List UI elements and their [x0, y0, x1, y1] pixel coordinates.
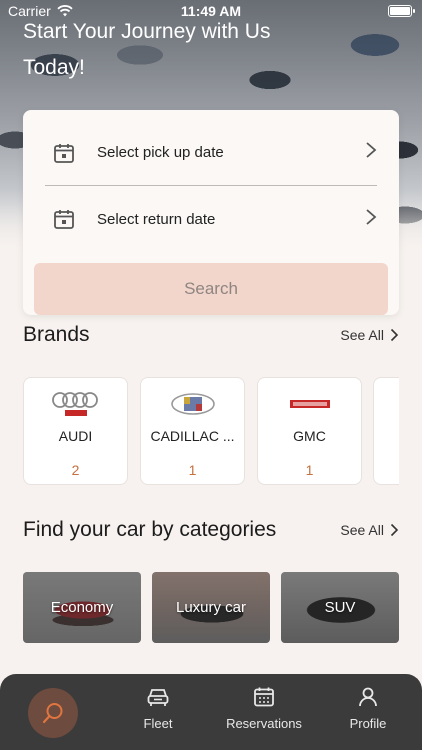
see-all-label: See All [340, 522, 384, 538]
tab-label: Reservations [226, 716, 302, 731]
category-card-economy[interactable]: Economy [23, 572, 141, 643]
chevron-right-icon [390, 328, 399, 342]
return-date-selector[interactable]: Select return date [45, 186, 377, 252]
brand-card-gmc[interactable]: GMC 1 [257, 377, 362, 485]
category-label: Luxury car [175, 599, 247, 616]
tab-search[interactable] [28, 688, 78, 738]
brand-card-audi[interactable]: AUDI 2 [23, 377, 128, 485]
chevron-right-icon [347, 141, 377, 164]
category-card-luxury[interactable]: Luxury car [152, 572, 270, 643]
brand-card-cadillac[interactable]: CADILLAC ... 1 [140, 377, 245, 485]
brand-name: GMC [293, 428, 326, 444]
tab-profile[interactable]: Profile [336, 674, 400, 750]
calendar-icon [45, 208, 87, 230]
brand-count: 1 [188, 462, 197, 478]
calendar-icon [254, 687, 274, 707]
search-icon [42, 703, 63, 724]
brands-title: Brands [23, 323, 90, 346]
category-label: Economy [50, 599, 114, 616]
tab-fleet[interactable]: Fleet [118, 674, 198, 750]
chevron-right-icon [390, 523, 399, 537]
tab-reservations[interactable]: Reservations [214, 674, 314, 750]
categories-list: Economy Luxury car SUV [23, 572, 399, 644]
brand-name: CADILLAC ... [150, 428, 235, 444]
user-icon [359, 687, 377, 707]
tab-label: Fleet [143, 716, 173, 731]
audi-logo [51, 384, 101, 424]
pickup-date-label: Select pick up date [97, 144, 224, 161]
gmc-logo [289, 384, 331, 424]
calendar-icon [45, 142, 87, 164]
categories-see-all-link[interactable]: See All [340, 522, 399, 538]
category-label: SUV [324, 599, 356, 616]
return-date-label: Select return date [97, 210, 216, 228]
brands-header: Brands See All [23, 320, 399, 350]
brand-count: 1 [305, 462, 314, 478]
brand-count: 2 [71, 462, 80, 478]
booking-card: Select pick up date Select return date S… [23, 110, 399, 315]
hero-title: Start Your Journey with Us Today! [23, 20, 271, 79]
brands-list: AUDI 2 CADILLAC ... 1 GMC 1 [23, 377, 399, 487]
categories-header: Find your car by categories See All [23, 515, 399, 545]
brand-name: AUDI [58, 428, 93, 444]
pickup-date-selector[interactable]: Select pick up date [45, 120, 377, 186]
see-all-label: See All [340, 327, 384, 343]
brands-see-all-link[interactable]: See All [340, 327, 399, 343]
car-icon [147, 689, 169, 706]
battery-icon [388, 5, 415, 17]
cadillac-logo [170, 384, 216, 424]
brand-card-partial[interactable] [373, 377, 399, 485]
chevron-right-icon [347, 208, 377, 231]
categories-title: Find your car by categories [23, 518, 277, 541]
tab-label: Profile [349, 716, 387, 731]
category-card-suv[interactable]: SUV [281, 572, 399, 643]
search-button[interactable]: Search [34, 263, 388, 315]
